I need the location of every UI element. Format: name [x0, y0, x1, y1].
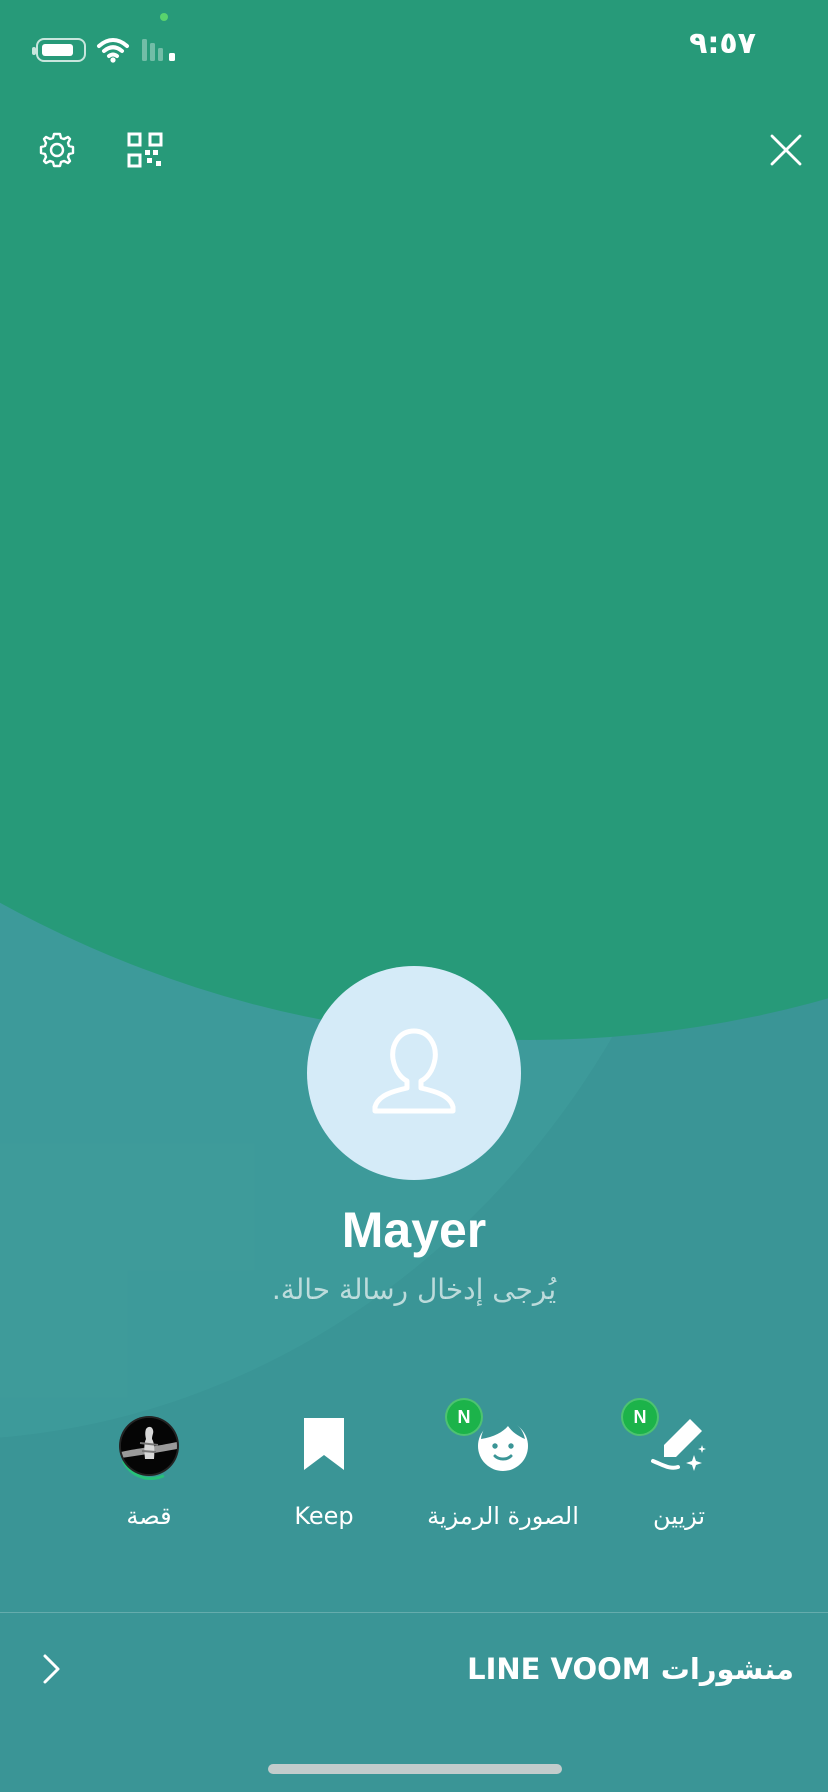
story-icon-box — [109, 1406, 193, 1490]
line-voom-posts-row[interactable]: منشورات LINE VOOM — [0, 1613, 828, 1723]
chevron-right-icon — [38, 1649, 66, 1689]
avatar-label: الصورة الرمزية — [427, 1502, 579, 1530]
profile-section: Mayer يُرجى إدخال رسالة حالة. — [0, 966, 828, 1310]
avatar-icon-box: N — [445, 1398, 543, 1486]
decorate-label: تزيين — [652, 1502, 706, 1530]
person-icon — [369, 1025, 459, 1121]
keep-label: Keep — [294, 1502, 354, 1530]
status-time: ٩:٥٧ — [689, 26, 756, 61]
cellular-signal-icon — [140, 35, 182, 65]
quick-actions-bar: N تزيين N الصورة الرمزية Keep قصة — [0, 1398, 828, 1536]
qr-code-icon — [126, 131, 164, 169]
bookmark-icon — [300, 1415, 348, 1477]
privacy-indicator — [160, 13, 168, 21]
status-message[interactable]: يُرجى إدخال رسالة حالة. — [0, 1270, 828, 1310]
profile-name: Mayer — [341, 1202, 487, 1258]
wifi-icon — [96, 36, 130, 64]
story-label: قصة — [126, 1502, 172, 1530]
settings-button[interactable] — [31, 124, 83, 176]
status-bar: ٩:٥٧ — [0, 0, 828, 100]
keep-action[interactable]: Keep — [239, 1406, 409, 1532]
new-badge: N — [621, 1398, 659, 1436]
battery-cap — [32, 47, 36, 55]
new-badge: N — [445, 1398, 483, 1436]
story-avatar-icon — [119, 1416, 179, 1476]
qr-code-button[interactable] — [119, 124, 171, 176]
decorate-action[interactable]: N تزيين — [594, 1398, 764, 1532]
story-action[interactable]: قصة — [64, 1406, 234, 1532]
battery-icon — [32, 38, 86, 62]
battery-fill — [42, 44, 73, 56]
close-icon — [768, 132, 804, 168]
close-button[interactable] — [760, 124, 812, 176]
status-icons — [32, 30, 182, 70]
home-indicator[interactable] — [268, 1764, 562, 1774]
decorate-icon-box: N — [621, 1398, 719, 1486]
gear-icon — [37, 130, 77, 170]
line-voom-posts-title: منشورات LINE VOOM — [467, 1652, 794, 1686]
avatar-action[interactable]: N الصورة الرمزية — [418, 1398, 588, 1532]
profile-avatar[interactable] — [307, 966, 521, 1180]
keep-icon-box — [284, 1406, 364, 1486]
